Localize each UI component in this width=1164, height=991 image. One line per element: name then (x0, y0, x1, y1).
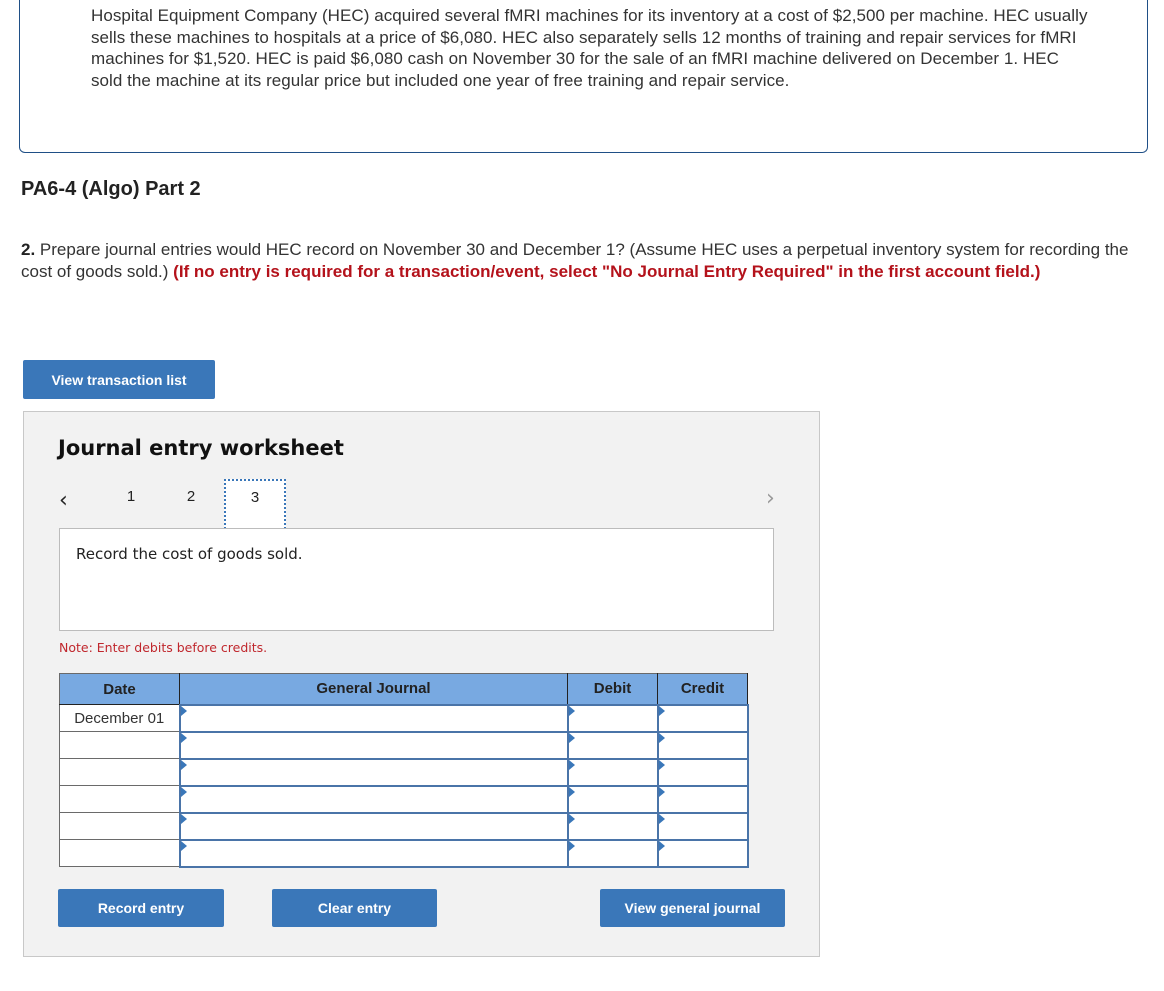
question: 2. Prepare journal entries would HEC rec… (21, 239, 1141, 283)
table-row (59, 730, 749, 760)
column-header-credit: Credit (657, 673, 748, 705)
debit-input[interactable] (568, 840, 657, 866)
problem-statement-box: Hospital Equipment Company (HEC) acquire… (19, 0, 1148, 153)
account-cell[interactable] (178, 730, 569, 760)
debit-input[interactable] (568, 786, 657, 812)
account-cell[interactable] (178, 784, 569, 814)
debits-note: Note: Enter debits before credits. (59, 640, 268, 655)
date-cell[interactable]: December 01 (59, 704, 180, 732)
question-instruction: (If no entry is required for a transacti… (173, 262, 1041, 281)
credit-input[interactable] (658, 813, 747, 839)
credit-cell[interactable] (656, 784, 749, 814)
account-cell[interactable] (178, 757, 569, 787)
table-row (59, 838, 749, 868)
page-tab-3-active[interactable]: 3 (224, 479, 286, 529)
view-general-journal-button[interactable]: View general journal (600, 889, 785, 927)
debit-input[interactable] (568, 759, 657, 785)
account-input[interactable] (180, 813, 567, 839)
table-row (59, 784, 749, 814)
table-row (59, 811, 749, 841)
debit-input[interactable] (568, 732, 657, 758)
debit-cell[interactable] (566, 838, 659, 868)
account-cell[interactable] (178, 811, 569, 841)
account-input[interactable] (180, 840, 567, 866)
column-header-date: Date (59, 673, 180, 705)
debit-input[interactable] (568, 813, 657, 839)
journal-table: Date General Journal Debit Credit Decemb… (59, 673, 749, 868)
part-title: PA6-4 (Algo) Part 2 (21, 178, 201, 200)
debit-cell[interactable] (566, 784, 659, 814)
debit-cell[interactable] (566, 703, 659, 733)
problem-statement-text: Hospital Equipment Company (HEC) acquire… (91, 6, 1088, 90)
journal-entry-worksheet: Journal entry worksheet ‹ 1 2 3 › Record… (23, 411, 820, 957)
credit-input[interactable] (658, 786, 747, 812)
record-entry-button[interactable]: Record entry (58, 889, 224, 927)
credit-input[interactable] (658, 840, 747, 866)
column-header-general-journal: General Journal (179, 673, 568, 705)
page-tab-2[interactable]: 2 (181, 488, 201, 505)
account-input[interactable] (180, 732, 567, 758)
date-cell[interactable] (59, 812, 180, 840)
account-cell[interactable] (178, 703, 569, 733)
account-cell[interactable] (178, 838, 569, 868)
debit-cell[interactable] (566, 811, 659, 841)
clear-entry-button[interactable]: Clear entry (272, 889, 437, 927)
debit-input[interactable] (568, 705, 657, 731)
account-input[interactable] (180, 786, 567, 812)
question-number: 2. (21, 240, 36, 259)
worksheet-title: Journal entry worksheet (58, 436, 344, 460)
journal-table-header: Date General Journal Debit Credit (59, 673, 748, 705)
credit-input[interactable] (658, 732, 747, 758)
credit-cell[interactable] (656, 811, 749, 841)
credit-cell[interactable] (656, 838, 749, 868)
account-input[interactable] (180, 705, 567, 731)
entry-prompt-text: Record the cost of goods sold. (76, 545, 303, 563)
credit-input[interactable] (658, 705, 747, 731)
credit-cell[interactable] (656, 703, 749, 733)
date-cell[interactable] (59, 731, 180, 759)
chevron-right-icon[interactable]: › (766, 486, 775, 511)
credit-input[interactable] (658, 759, 747, 785)
date-cell[interactable] (59, 758, 180, 786)
table-row: December 01 (59, 703, 749, 733)
credit-cell[interactable] (656, 730, 749, 760)
table-row (59, 757, 749, 787)
credit-cell[interactable] (656, 757, 749, 787)
account-input[interactable] (180, 759, 567, 785)
view-transaction-list-button[interactable]: View transaction list (23, 360, 215, 399)
entry-prompt-box: Record the cost of goods sold. (59, 528, 774, 631)
page-tab-1[interactable]: 1 (121, 488, 141, 505)
debit-cell[interactable] (566, 757, 659, 787)
debit-cell[interactable] (566, 730, 659, 760)
date-cell[interactable] (59, 839, 180, 867)
column-header-debit: Debit (567, 673, 658, 705)
chevron-left-icon[interactable]: ‹ (59, 488, 68, 513)
date-cell[interactable] (59, 785, 180, 813)
